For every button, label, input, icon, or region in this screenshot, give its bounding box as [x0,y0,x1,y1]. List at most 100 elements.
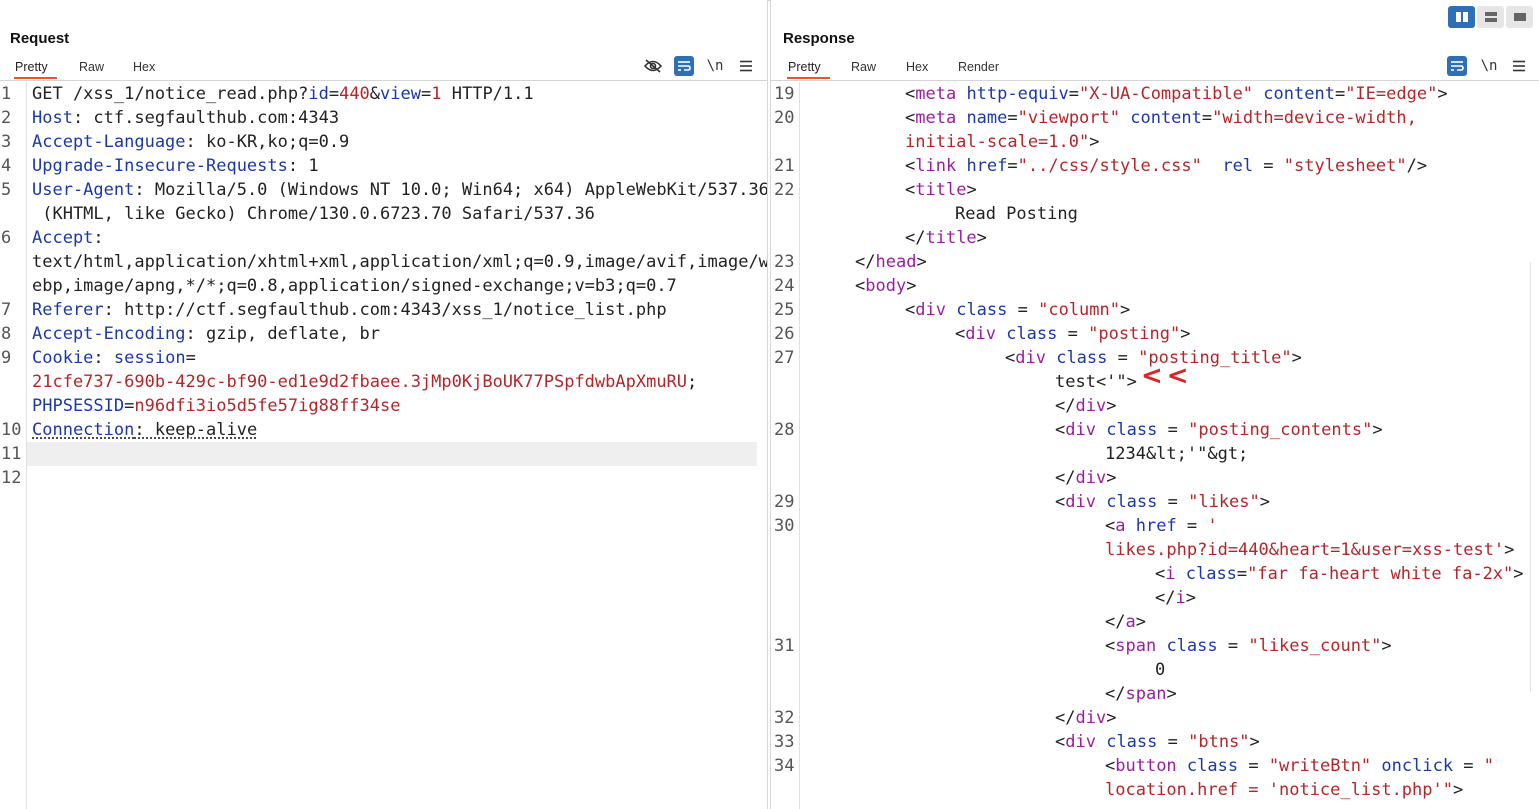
line-number: 34 [774,756,795,776]
code-line: </div> [1055,468,1117,488]
code-line: </title> [905,228,987,248]
posting-contents-text: 1234&lt;'"&gt; [1105,444,1249,464]
newline-toggle[interactable]: \n [705,56,725,76]
line-number: 31 [774,636,795,656]
wrap-lines-icon[interactable] [1447,56,1467,76]
request-panel: Request Pretty Raw Hex \n 1 2 3 4 5 6 7 … [0,0,768,809]
header-accept-language: Accept-Language: ko-KR,ko;q=0.9 [32,132,350,152]
code-line: <i class="far fa-heart white fa-2x"> [1155,564,1524,584]
code-line: location.href = 'notice_list.php'"> [1105,780,1464,800]
eye-off-icon[interactable] [643,56,663,76]
code-line: <div class = "likes"> [1055,492,1271,512]
line-number: 11 [1,444,22,464]
line-number: 21 [774,156,795,176]
line-number: 24 [774,276,795,296]
line-number: 20 [774,108,795,128]
header-accept-cont: ebp,image/apng,*/*;q=0.8,application/sig… [32,276,677,296]
code-line: </div> [1055,708,1117,728]
code-text: Read Posting [955,204,1078,224]
header-cookie: Cookie: session= [32,348,196,368]
hamburger-menu-icon[interactable] [736,56,756,76]
code-line: <meta name="viewport" content="width=dev… [905,108,1417,128]
line-number: 7 [1,300,12,320]
code-line: </div> [1055,396,1117,416]
code-line: </span> [1105,684,1177,704]
response-editor[interactable]: 19 20 21 22 23 24 25 26 27 28 29 30 31 3… [771,82,1539,809]
likes-count-text: 0 [1155,660,1166,680]
line-number: 26 [774,324,795,344]
header-user-agent-cont: (KHTML, like Gecko) Chrome/130.0.6723.70… [32,204,595,224]
code-line: <span class = "likes_count"> [1105,636,1392,656]
current-line-highlight [27,442,757,466]
header-upgrade-insecure: Upgrade-Insecure-Requests: 1 [32,156,319,176]
header-connection: Connection: keep-alive [32,420,258,440]
hamburger-menu-icon[interactable] [1509,56,1529,76]
line-number: 3 [1,132,12,152]
code-line: likes.php?id=440&heart=1&user=xss-test'> [1105,540,1515,560]
line-number: 12 [1,468,22,488]
line-number: 28 [774,420,795,440]
line-number: 9 [1,348,12,368]
code-line: </a> [1105,612,1146,632]
code-line: <link href="../css/style.css" rel = "sty… [905,156,1428,176]
wrap-lines-icon[interactable] [674,56,694,76]
header-accept-cont: text/html,application/xhtml+xml,applicat… [32,252,768,272]
line-number: 29 [774,492,795,512]
request-tab-raw[interactable]: Raw [79,60,104,74]
line-number: 19 [774,84,795,104]
line-number: 8 [1,324,12,344]
response-tab-render[interactable]: Render [958,60,999,74]
posting-title-text: test<'"> [1055,372,1137,392]
cookie-phpsessid: PHPSESSID=n96dfi3io5d5fe57ig88ff34se [32,396,401,416]
header-host: Host: ctf.segfaulthub.com:4343 [32,108,340,128]
line-number: 27 [774,348,795,368]
line-number: 4 [1,156,12,176]
response-tab-hex[interactable]: Hex [906,60,928,74]
newline-toggle[interactable]: \n [1479,56,1499,76]
line-number: 25 [774,300,795,320]
code-line: initial-scale=1.0"> [905,132,1100,152]
code-line: <a href = ' [1105,516,1218,536]
code-line: <meta http-equiv="X-UA-Compatible" conte… [905,84,1448,104]
request-tab-pretty[interactable]: Pretty [14,60,57,79]
response-tabs: Pretty Raw Hex Render [771,56,1539,81]
header-referer: Referer: http://ctf.segfaulthub.com:4343… [32,300,667,320]
code-line: <div class = "column"> [905,300,1131,320]
header-accept-encoding: Accept-Encoding: gzip, deflate, br [32,324,380,344]
code-line: <body> [855,276,917,296]
response-panel: Response Pretty Raw Hex Render \n 19 20 … [770,0,1539,809]
line-number: 23 [774,252,795,272]
split-vertical-icon[interactable] [1448,6,1475,28]
code-line: </i> [1155,588,1196,608]
line-number: 5 [1,180,12,200]
line-number: 10 [1,420,22,440]
layout-switcher [1448,6,1533,28]
header-user-agent: User-Agent: Mozilla/5.0 (Windows NT 10.0… [32,180,768,200]
line-number: 32 [774,708,795,728]
code-line: <div class = "posting_contents"> [1055,420,1383,440]
line-number: 6 [1,228,12,248]
annotation-arrows: << [1141,361,1193,391]
code-line: <div class = "posting"> [955,324,1191,344]
response-tab-pretty[interactable]: Pretty [787,60,830,79]
single-panel-icon[interactable] [1506,6,1533,28]
line-number: 1 [1,84,12,104]
request-editor[interactable]: 1 2 3 4 5 6 7 8 9 10 11 12 GET /xss_1/no… [0,82,767,809]
vertical-scrollbar[interactable] [1530,262,1539,692]
split-horizontal-icon[interactable] [1477,6,1504,28]
header-accept: Accept: [32,228,104,248]
code-line: <div class = "btns"> [1055,732,1260,752]
code-line: <button class = "writeBtn" onclick = " [1105,756,1495,776]
request-title: Request [10,30,70,47]
line-number: 22 [774,180,795,200]
code-line: <title> [905,180,977,200]
request-line: GET /xss_1/notice_read.php?id=440&view=1… [32,84,534,104]
response-tab-raw[interactable]: Raw [851,60,876,74]
line-number: 33 [774,732,795,752]
line-number: 2 [1,108,12,128]
cookie-session-value: 21cfe737-690b-429c-bf90-ed1e9d2fbaee.3jM… [32,372,698,392]
response-title: Response [783,30,855,47]
request-tab-hex[interactable]: Hex [133,60,155,74]
code-line: </head> [855,252,927,272]
line-number: 30 [774,516,795,536]
